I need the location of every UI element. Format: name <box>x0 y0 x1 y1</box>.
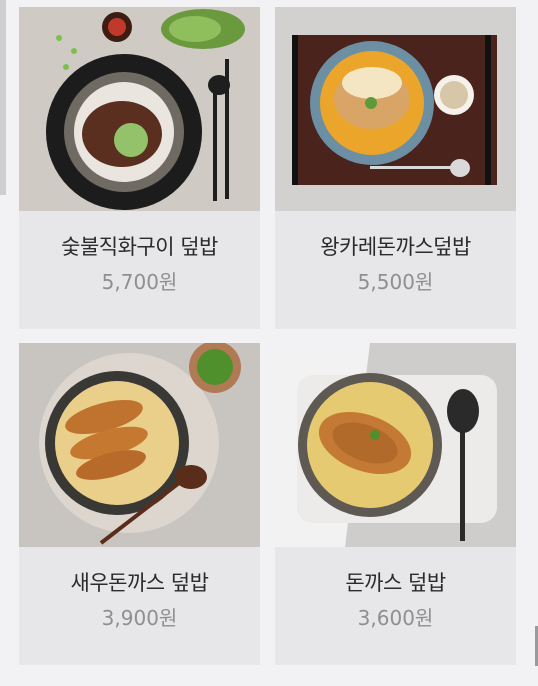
menu-item-price: 3,600원 <box>357 606 434 630</box>
menu-item-name: 새우돈까스 덮밥 <box>70 571 209 595</box>
menu-item-name: 숯불직화구이 덮밥 <box>61 235 218 259</box>
menu-item-price: 5,700원 <box>101 270 178 294</box>
menu-item-card[interactable]: 돈까스 덮밥 3,600원 <box>275 343 516 665</box>
menu-item-card[interactable]: 숯불직화구이 덮밥 5,700원 <box>19 7 260 329</box>
menu-item-price: 3,900원 <box>101 606 178 630</box>
menu-item-price: 5,500원 <box>357 270 434 294</box>
menu-item-photo <box>19 343 260 547</box>
menu-item-photo <box>275 7 516 211</box>
menu-item-photo <box>275 343 516 547</box>
menu-item-name: 돈까스 덮밥 <box>345 571 446 595</box>
edge-strip <box>0 0 6 195</box>
menu-item-name: 왕카레돈까스덮밥 <box>320 235 471 259</box>
menu-item-card[interactable]: 새우돈까스 덮밥 3,900원 <box>19 343 260 665</box>
menu-item-photo <box>19 7 260 211</box>
menu-item-card[interactable]: 왕카레돈까스덮밥 5,500원 <box>275 7 516 329</box>
